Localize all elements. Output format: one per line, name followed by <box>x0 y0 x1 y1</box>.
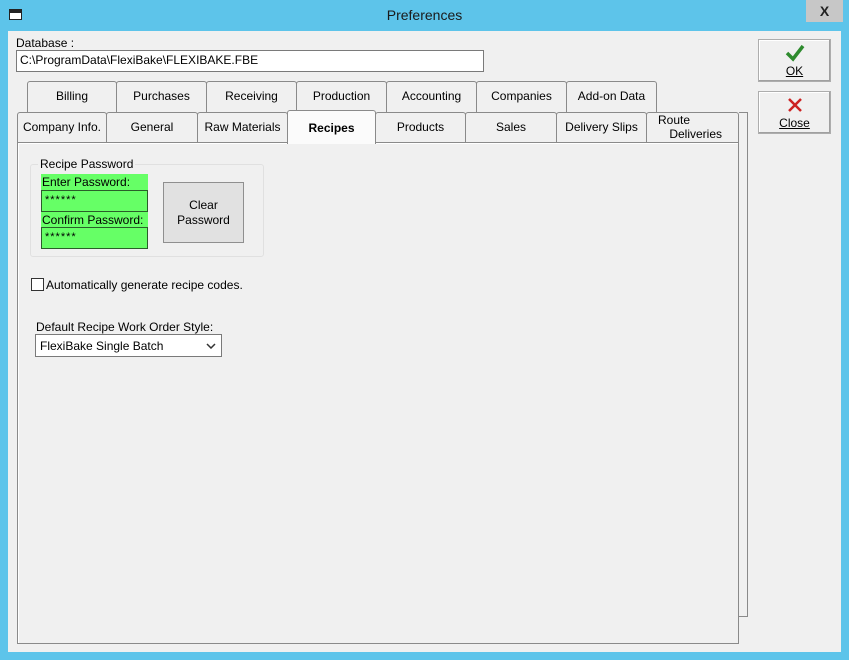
window-title: Preferences <box>386 7 463 23</box>
window-close-button[interactable]: X <box>806 0 843 22</box>
tab-company-info[interactable]: Company Info. <box>17 112 107 143</box>
database-path-field[interactable]: C:\ProgramData\FlexiBake\FLEXIBAKE.FBE <box>16 50 484 72</box>
tab-route-deliveries[interactable]: Route Deliveries <box>646 112 739 143</box>
red-x-icon <box>788 98 802 112</box>
work-order-style-label: Default Recipe Work Order Style: <box>36 320 214 334</box>
ok-label: OK <box>785 64 804 78</box>
tab-add-on-data[interactable]: Add-on Data <box>566 81 657 112</box>
enter-password-field[interactable]: ****** <box>41 190 148 212</box>
tab-stack-edge <box>739 112 748 617</box>
tab-sales[interactable]: Sales <box>465 112 557 143</box>
confirm-password-label: Confirm Password: <box>41 212 148 228</box>
auto-generate-codes-label: Automatically generate recipe codes. <box>46 278 243 292</box>
ok-button[interactable]: OK <box>758 39 831 82</box>
tab-companies[interactable]: Companies <box>476 81 567 112</box>
tab-recipes[interactable]: Recipes <box>287 110 376 144</box>
tab-route-line1: Route <box>658 113 691 127</box>
auto-generate-codes-checkbox[interactable] <box>31 278 44 291</box>
database-label: Database : <box>16 36 75 50</box>
tab-receiving[interactable]: Receiving <box>206 81 297 112</box>
clear-password-line2: Password <box>177 213 230 227</box>
enter-password-label: Enter Password: <box>41 174 148 190</box>
clear-password-line1: Clear <box>189 198 218 212</box>
tab-route-line2: Deliveries <box>669 127 722 141</box>
close-button[interactable]: Close <box>758 91 831 134</box>
checkmark-icon <box>785 44 805 62</box>
chevron-down-icon <box>206 343 216 349</box>
tab-production[interactable]: Production <box>296 81 387 112</box>
tab-accounting[interactable]: Accounting <box>386 81 477 112</box>
tab-raw-materials[interactable]: Raw Materials <box>197 112 288 143</box>
tab-general[interactable]: General <box>106 112 198 143</box>
close-label: Close <box>779 116 810 130</box>
tab-billing[interactable]: Billing <box>27 81 117 112</box>
work-order-style-select[interactable]: FlexiBake Single Batch <box>35 334 222 357</box>
tab-purchases[interactable]: Purchases <box>116 81 207 112</box>
tab-delivery-slips[interactable]: Delivery Slips <box>556 112 647 143</box>
work-order-style-value: FlexiBake Single Batch <box>40 339 164 353</box>
clear-password-button[interactable]: Clear Password <box>163 182 244 243</box>
confirm-password-field[interactable]: ****** <box>41 227 148 249</box>
tab-products[interactable]: Products <box>375 112 466 143</box>
recipe-password-group-title: Recipe Password <box>38 157 136 171</box>
